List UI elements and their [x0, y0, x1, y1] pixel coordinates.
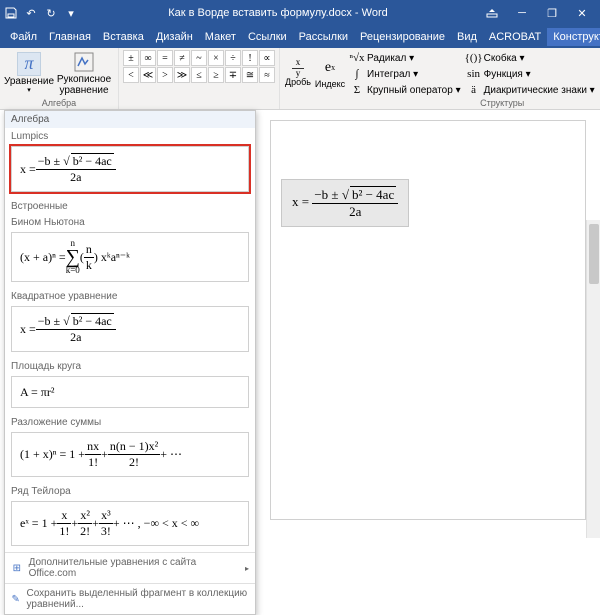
- gallery-item[interactable]: (x + a)ⁿ = n∑k=0 (nk) xᵏaⁿ⁻ᵏ: [11, 232, 249, 282]
- struct-Диакритические знаки[interactable]: äДиакритические знаки ▾: [465, 82, 597, 98]
- vertical-scrollbar[interactable]: [586, 220, 600, 538]
- minimize-button[interactable]: ─: [508, 3, 536, 23]
- symbol-<[interactable]: <: [123, 67, 139, 83]
- symbol-∝[interactable]: ∝: [259, 50, 275, 66]
- pi-icon: π: [17, 52, 41, 76]
- title-bar: ↶ ↻ ▾ Как в Ворде вставить формулу.docx …: [0, 0, 600, 26]
- chevron-down-icon: ▾: [27, 87, 31, 95]
- gallery-section-label: Lumpics: [5, 128, 255, 144]
- symbol->[interactable]: >: [157, 67, 173, 83]
- gallery-item[interactable]: A = πr²: [11, 376, 249, 408]
- tab-view[interactable]: Вид: [451, 28, 483, 46]
- document-area: Алгебра Lumpics x = −b ± √b² − 4ac2a Встро…: [0, 110, 600, 538]
- fraction-icon: xy: [292, 58, 304, 79]
- gallery-more-link[interactable]: ⊞ Дополнительные уравнения с сайта Offic…: [5, 552, 255, 583]
- gallery-item[interactable]: x = −b ± √b² − 4ac2a: [11, 306, 249, 352]
- fraction-button[interactable]: xy Дробь: [284, 50, 312, 96]
- ribbon-tabs: Файл Главная Вставка Дизайн Макет Ссылки…: [0, 26, 600, 48]
- undo-icon[interactable]: ↶: [24, 6, 38, 20]
- symbol-≫[interactable]: ≫: [174, 67, 190, 83]
- group-tools: π Уравнение ▾ Рукописное уравнение Алгеб…: [0, 48, 119, 109]
- group-label-algebra: Алгебра: [4, 98, 114, 109]
- struct-icon: ä: [467, 83, 481, 97]
- tab-review[interactable]: Рецензирование: [354, 28, 451, 46]
- close-button[interactable]: ✕: [568, 3, 596, 23]
- gallery-save-link[interactable]: ✎ Сохранить выделенный фрагмент в коллек…: [5, 583, 255, 614]
- save-selection-icon: ✎: [11, 593, 21, 605]
- symbol-∓[interactable]: ∓: [225, 67, 241, 83]
- window-controls: ─ ❐ ✕: [478, 3, 596, 23]
- symbol-≠[interactable]: ≠: [174, 50, 190, 66]
- symbol-![interactable]: !: [242, 50, 258, 66]
- script-icon: ex: [318, 56, 342, 80]
- struct-Функция[interactable]: sinФункция ▾: [465, 66, 597, 82]
- office-icon: ⊞: [11, 562, 23, 574]
- quick-access-toolbar: ↶ ↻ ▾: [4, 6, 78, 20]
- scroll-thumb[interactable]: [589, 224, 599, 284]
- symbol-≈[interactable]: ≈: [259, 67, 275, 83]
- document-page[interactable]: x = −b ± √b² − 4ac 2a: [270, 120, 586, 520]
- gallery-section-label: Квадратное уравнение: [5, 288, 255, 304]
- tab-design[interactable]: Дизайн: [150, 28, 199, 46]
- struct-Интеграл[interactable]: ∫Интеграл ▾: [348, 66, 463, 82]
- symbol-±[interactable]: ±: [123, 50, 139, 66]
- struct-icon: ⁿ√x: [350, 51, 364, 65]
- struct-icon: ∫: [350, 67, 364, 81]
- gallery-item[interactable]: eˣ = 1 + x1! + x²2! + x³3! + ⋯ , −∞ < x …: [11, 501, 249, 546]
- symbol-=[interactable]: =: [157, 50, 173, 66]
- gallery-section-label: Ряд Тейлора: [5, 483, 255, 499]
- symbol-≤[interactable]: ≤: [191, 67, 207, 83]
- chevron-right-icon: ▸: [245, 564, 249, 573]
- tab-mailings[interactable]: Рассылки: [293, 28, 354, 46]
- tab-layout[interactable]: Макет: [199, 28, 242, 46]
- gallery-section-label: Площадь круга: [5, 358, 255, 374]
- symbol-~[interactable]: ~: [191, 50, 207, 66]
- document-title: Как в Ворде вставить формулу.docx - Word: [78, 7, 478, 19]
- struct-Скобка[interactable]: {()}Скобка ▾: [465, 50, 597, 66]
- symbol-≪[interactable]: ≪: [140, 67, 156, 83]
- symbol-×[interactable]: ×: [208, 50, 224, 66]
- symbol-÷[interactable]: ÷: [225, 50, 241, 66]
- tab-references[interactable]: Ссылки: [242, 28, 293, 46]
- symbol-≥[interactable]: ≥: [208, 67, 224, 83]
- equation-object[interactable]: x = −b ± √b² − 4ac 2a: [281, 179, 409, 227]
- restore-button[interactable]: ❐: [538, 3, 566, 23]
- tab-design-tools[interactable]: Конструктор: [547, 28, 600, 46]
- struct-icon: {()}: [467, 51, 481, 65]
- gallery-section-label: Встроенные: [5, 198, 255, 214]
- tab-acrobat[interactable]: ACROBAT: [483, 28, 547, 46]
- script-button[interactable]: ex Индекс: [316, 50, 344, 96]
- tab-file[interactable]: Файл: [4, 28, 43, 46]
- gallery-header: Алгебра: [5, 111, 255, 128]
- group-structures: xy Дробь ex Индекс ⁿ√xРадикал ▾∫Интеграл…: [280, 48, 600, 109]
- symbol-≅[interactable]: ≅: [242, 67, 258, 83]
- struct-Радикал[interactable]: ⁿ√xРадикал ▾: [348, 50, 463, 66]
- ribbon: π Уравнение ▾ Рукописное уравнение Алгеб…: [0, 48, 600, 110]
- tab-insert[interactable]: Вставка: [97, 28, 150, 46]
- qat-dropdown-icon[interactable]: ▾: [64, 6, 78, 20]
- equation-gallery: Алгебра Lumpics x = −b ± √b² − 4ac2a Встро…: [4, 110, 256, 615]
- redo-icon[interactable]: ↻: [44, 6, 58, 20]
- struct-Крупный оператор[interactable]: ΣКрупный оператор ▾: [348, 82, 463, 98]
- group-label-structures: Структуры: [284, 98, 600, 109]
- gallery-section-label: Бином Ньютона: [5, 214, 255, 230]
- ribbon-options-icon[interactable]: [478, 3, 506, 23]
- struct-icon: Σ: [350, 83, 364, 97]
- group-symbols: ±∞=≠~×÷!∝ <≪>≫≤≥∓≅≈: [119, 48, 280, 109]
- symbol-∞[interactable]: ∞: [140, 50, 156, 66]
- gallery-item[interactable]: (1 + x)ⁿ = 1 + nx1! + n(n − 1)x²2! + ⋯: [11, 432, 249, 477]
- struct-icon: sin: [467, 67, 481, 81]
- save-icon[interactable]: [4, 6, 18, 20]
- ink-icon: [72, 50, 96, 74]
- gallery-section-label: Разложение суммы: [5, 414, 255, 430]
- gallery-item[interactable]: x = −b ± √b² − 4ac2a: [11, 146, 249, 192]
- ink-equation-button[interactable]: Рукописное уравнение: [54, 50, 114, 96]
- equation-button[interactable]: π Уравнение ▾: [4, 50, 54, 96]
- tab-home[interactable]: Главная: [43, 28, 97, 46]
